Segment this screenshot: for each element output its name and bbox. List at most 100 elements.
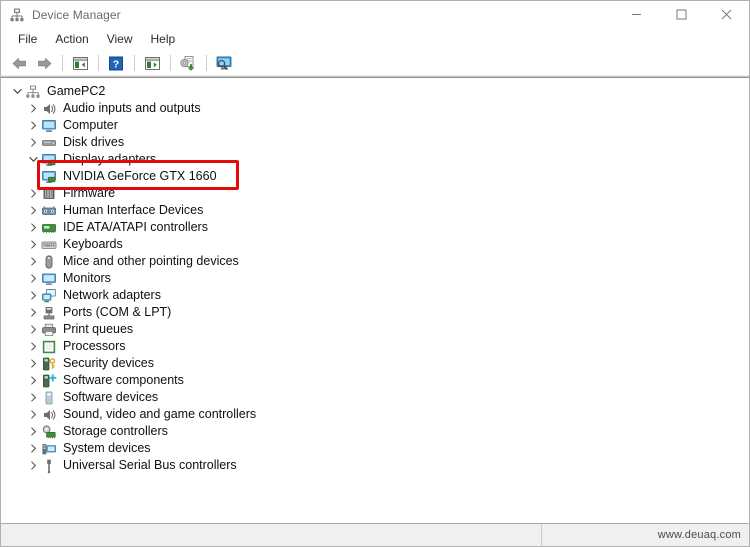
scan-for-hardware-changes-icon[interactable] [212,52,236,74]
chevron-right-icon[interactable] [25,372,41,389]
menu-help[interactable]: Help [142,30,185,49]
chevron-right-icon[interactable] [25,185,41,202]
security-device-icon [41,356,57,372]
software-component-icon [41,373,57,389]
tree-node-audio-inputs-and-outputs[interactable]: Audio inputs and outputs [1,100,749,117]
tree-node-label: Ports (COM & LPT) [63,305,172,319]
tree-node-monitors[interactable]: Monitors [1,270,749,287]
chevron-down-icon[interactable] [9,83,25,100]
menu-view[interactable]: View [98,30,142,49]
chevron-right-icon[interactable] [25,287,41,304]
chevron-right-icon[interactable] [25,100,41,117]
tree-node-label: Human Interface Devices [63,203,204,217]
chevron-right-icon[interactable] [25,134,41,151]
software-device-icon [41,390,57,406]
tree-node-disk-drives[interactable]: Disk drives [1,134,749,151]
menu-file[interactable]: File [9,30,46,49]
computer-root-icon [25,84,41,100]
tree-node-computer[interactable]: Computer [1,117,749,134]
storage-controller-icon [41,424,57,440]
tree-node-ide-ata-atapi-controllers[interactable]: IDE ATA/ATAPI controllers [1,219,749,236]
help-icon[interactable]: ? [104,52,128,74]
tree-node-ports-com-lpt[interactable]: Ports (COM & LPT) [1,304,749,321]
maximize-icon[interactable] [659,1,704,28]
printer-icon [41,322,57,338]
chevron-right-icon[interactable] [25,270,41,287]
tree-node-label: Network adapters [63,288,161,302]
tree-node-label: Processors [63,339,126,353]
tree-node-print-queues[interactable]: Print queues [1,321,749,338]
back-arrow-icon[interactable] [7,52,31,74]
processor-icon [41,339,57,355]
chevron-right-icon[interactable] [25,236,41,253]
close-icon[interactable] [704,1,749,28]
tree-node-label: Print queues [63,322,134,336]
tree-node-label: Disk drives [63,135,125,149]
update-driver-icon[interactable] [176,52,200,74]
chevron-right-icon[interactable] [25,423,41,440]
chevron-right-icon[interactable] [25,440,41,457]
status-bar-left-pane [1,524,542,546]
menu-action[interactable]: Action [46,30,97,49]
forward-arrow-icon[interactable] [32,52,56,74]
tree-node-human-interface-devices[interactable]: Human Interface Devices [1,202,749,219]
tree-node-firmware[interactable]: Firmware [1,185,749,202]
tree-node-mice-and-other-pointing-devices[interactable]: Mice and other pointing devices [1,253,749,270]
title-bar: Device Manager [1,1,749,28]
show-hide-console-tree-icon[interactable] [68,52,92,74]
tree-node-keyboards[interactable]: Keyboards [1,236,749,253]
tree-node-label: Software components [63,373,184,387]
device-manager-window: Device Manager File Action View Help ? G… [0,0,750,547]
network-adapter-icon [41,288,57,304]
chevron-right-icon[interactable] [25,457,41,474]
chevron-right-icon[interactable] [25,117,41,134]
tree-node-label: IDE ATA/ATAPI controllers [63,220,208,234]
chevron-right-icon[interactable] [25,253,41,270]
minimize-icon[interactable] [614,1,659,28]
tree-node-processors[interactable]: Processors [1,338,749,355]
toolbar-separator [98,55,99,71]
watermark-text: www.deuaq.com [657,529,741,541]
tree-node-nvidia-geforce-gtx-1660[interactable]: NVIDIA GeForce GTX 1660 [1,168,749,185]
chevron-right-icon[interactable] [25,406,41,423]
tree-node-label: Monitors [63,271,111,285]
disk-drive-icon [41,135,57,151]
tree-node-label: System devices [63,441,151,455]
tree-node-label: Security devices [63,356,155,370]
mouse-icon [41,254,57,270]
chevron-right-icon[interactable] [25,219,41,236]
chevron-right-icon[interactable] [25,321,41,338]
system-device-icon [41,441,57,457]
tree-node-security-devices[interactable]: Security devices [1,355,749,372]
chevron-right-icon[interactable] [25,355,41,372]
chevron-right-icon[interactable] [25,304,41,321]
tree-node-software-devices[interactable]: Software devices [1,389,749,406]
tree-node-network-adapters[interactable]: Network adapters [1,287,749,304]
chevron-right-icon[interactable] [25,338,41,355]
tree-node-root[interactable]: GamePC2 [1,83,749,100]
status-bar-right-pane: www.deuaq.com [542,524,749,546]
tree-node-label: GamePC2 [47,84,106,98]
device-tree-panel[interactable]: GamePC2 Audio inputs and outputs Compute… [1,77,749,523]
tree-node-label: Computer [63,118,118,132]
tree-node-system-devices[interactable]: System devices [1,440,749,457]
hid-icon [41,203,57,219]
sound-controller-icon [41,407,57,423]
svg-text:?: ? [113,58,119,70]
tree-node-label: NVIDIA GeForce GTX 1660 [63,169,217,183]
firmware-icon [41,186,57,202]
tree-node-label: Software devices [63,390,159,404]
tree-node-storage-controllers[interactable]: Storage controllers [1,423,749,440]
toolbar: ? [1,50,749,77]
device-manager-icon [9,7,25,23]
tree-node-universal-serial-bus-controllers[interactable]: Universal Serial Bus controllers [1,457,749,474]
menu-bar: File Action View Help [1,28,749,50]
tree-node-sound-video-and-game-controllers[interactable]: Sound, video and game controllers [1,406,749,423]
tree-node-software-components[interactable]: Software components [1,372,749,389]
chevron-right-icon[interactable] [25,202,41,219]
device-tree: GamePC2 Audio inputs and outputs Compute… [1,83,749,474]
chevron-right-icon[interactable] [25,389,41,406]
properties-icon[interactable] [140,52,164,74]
tree-node-display-adapters[interactable]: Display adapters [1,151,749,168]
chevron-down-icon[interactable] [25,151,41,168]
